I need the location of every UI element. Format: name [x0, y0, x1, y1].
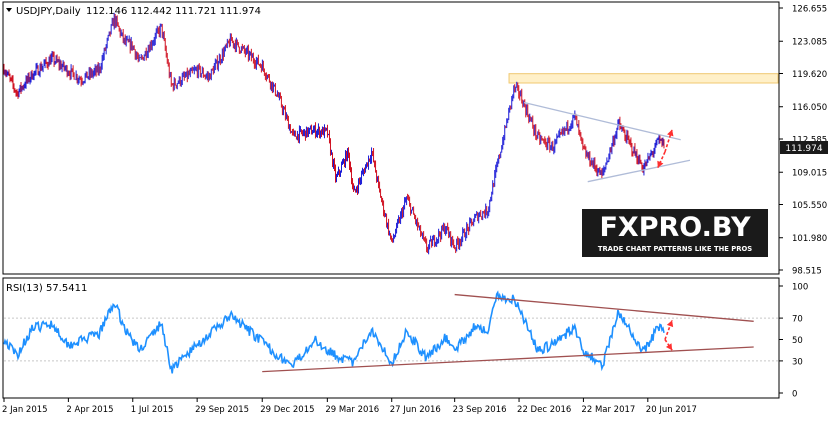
price-tick-label: 116.050 — [792, 103, 827, 113]
time-tick-label: 1 Jul 2015 — [131, 405, 174, 415]
rsi-tick-label: 50 — [792, 336, 803, 346]
time-tick-label: 29 Sep 2015 — [195, 405, 249, 415]
fxpro-watermark: FXPRO.BY TRADE CHART PATTERNS LIKE THE P… — [582, 209, 768, 257]
time-tick-label: 2 Jan 2015 — [2, 405, 48, 415]
price-tick-label: 105.550 — [792, 201, 827, 211]
price-tick-label: 119.620 — [792, 70, 827, 80]
chart-window: 126.655 123.085 119.620 116.050 112.585 109.0… — [0, 0, 830, 420]
watermark-brand: FXPRO.BY — [599, 212, 751, 243]
time-tick-label: 29 Dec 2015 — [260, 405, 314, 415]
ohlc-values: 112.146 112.442 111.721 111.974 — [86, 6, 261, 17]
time-tick-label: 20 Jun 2017 — [646, 405, 697, 415]
time-tick-label: 22 Dec 2016 — [517, 405, 571, 415]
rsi-header: RSI(13) 57.5411 — [6, 283, 87, 294]
current-price-label: 111.974 — [785, 144, 822, 154]
symbol-label: USDJPY,Daily — [16, 6, 81, 17]
price-tick-label: 98.515 — [792, 267, 822, 277]
current-price-marker: 111.974 — [780, 141, 828, 154]
rsi-tick-label: 100 — [792, 283, 808, 293]
rsi-tick-label: 70 — [792, 315, 803, 325]
resistance-zone-layer — [508, 73, 779, 84]
time-tick-label: 27 Jun 2016 — [390, 405, 441, 415]
price-tick-label: 126.655 — [792, 5, 827, 15]
resistance-zone — [508, 73, 779, 84]
price-tick-label: 101.980 — [792, 234, 827, 244]
time-tick-label: 23 Sep 2016 — [453, 405, 507, 415]
time-tick-label: 22 Mar 2017 — [581, 405, 635, 415]
rsi-tick-label: 0 — [792, 390, 797, 400]
price-tick-label: 109.015 — [792, 169, 827, 179]
time-tick-label: 29 Mar 2016 — [325, 405, 379, 415]
rsi-tick-label: 30 — [792, 357, 803, 367]
watermark-tagline: TRADE CHART PATTERNS LIKE THE PROS — [598, 245, 752, 253]
time-tick-label: 2 Apr 2015 — [66, 405, 113, 415]
chart-canvas: 126.655123.085119.620116.050112.585109.0… — [0, 0, 830, 420]
symbol-header: USDJPY,Daily 112.146 112.442 111.721 111… — [6, 6, 261, 17]
price-tick-label: 123.085 — [792, 38, 827, 48]
